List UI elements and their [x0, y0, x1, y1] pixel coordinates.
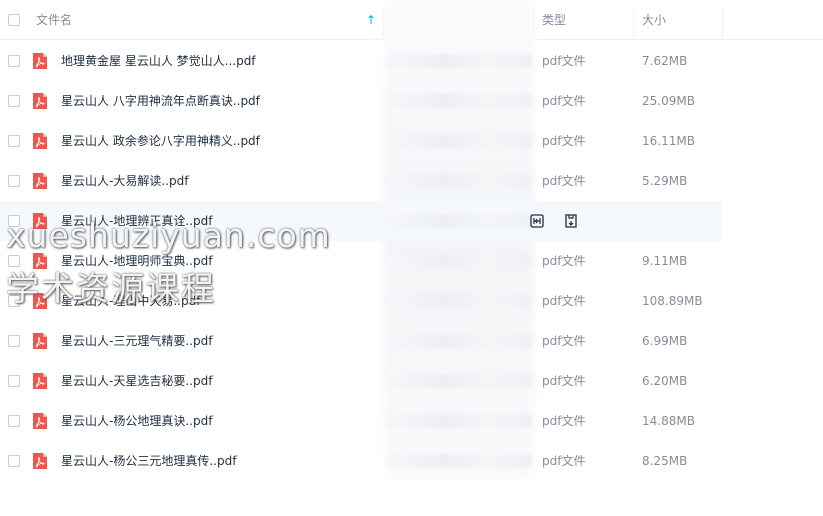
row-checkbox[interactable] [8, 135, 20, 147]
obscured-date-cell [386, 334, 532, 348]
column-divider[interactable] [722, 8, 723, 38]
file-type: pdf文件 [542, 134, 586, 148]
file-size: 25.09MB [642, 94, 695, 108]
obscured-date-cell [386, 374, 532, 388]
file-size: 9.11MB [642, 254, 688, 268]
pdf-file-icon [32, 332, 48, 350]
file-row[interactable]: 星云山人-三元理气精要..pdf pdf文件 6.99MB [0, 321, 823, 361]
file-row[interactable]: 星云山人-杨公地理真诀..pdf pdf文件 14.88MB [0, 401, 823, 441]
column-divider[interactable] [633, 8, 634, 38]
file-size: 6.20MB [642, 374, 688, 388]
sort-ascending-icon[interactable]: ↑ [366, 14, 376, 26]
file-row[interactable]: 星云山人 政余参论八字用神精义..pdf pdf文件 16.11MB [0, 121, 823, 161]
file-name-link[interactable]: 星云山人-天星选吉秘要..pdf [61, 361, 212, 401]
file-type: pdf文件 [542, 254, 586, 268]
obscured-date-cell [386, 414, 532, 428]
file-row[interactable]: 星云山人-天星选吉秘要..pdf pdf文件 6.20MB [0, 361, 823, 401]
file-type: pdf文件 [542, 374, 586, 388]
file-name-link[interactable]: 星云山人-杨公地理真诀..pdf [61, 401, 212, 441]
file-type: pdf文件 [542, 54, 586, 68]
file-name-link[interactable]: 星云山人 八字用神流年点断真诀..pdf [61, 81, 260, 121]
obscured-date-cell [386, 454, 532, 468]
file-size: 108.89MB [642, 294, 703, 308]
file-row[interactable]: 星云山人-大易解读..pdf pdf文件 5.29MB [0, 161, 823, 201]
select-all-checkbox[interactable] [8, 14, 20, 26]
column-header-size[interactable]: 大小 [642, 0, 666, 40]
obscured-date-cell [386, 254, 532, 268]
file-type: pdf文件 [542, 94, 586, 108]
file-size: 14.88MB [642, 414, 695, 428]
file-type: pdf文件 [542, 414, 586, 428]
pdf-file-icon [32, 52, 48, 70]
file-size: 7.62MB [642, 54, 688, 68]
pdf-file-icon [32, 92, 48, 110]
obscured-date-cell [386, 94, 532, 108]
file-size: 6.99MB [642, 334, 688, 348]
file-type: pdf文件 [542, 334, 586, 348]
file-name-link[interactable]: 星云山人-三元理气精要..pdf [61, 321, 212, 361]
pdf-file-icon [32, 172, 48, 190]
watermark-text: 学术资源课程 [6, 269, 216, 308]
obscured-date-cell [386, 214, 532, 228]
download-icon[interactable] [563, 213, 579, 229]
file-type: pdf文件 [542, 294, 586, 308]
file-size: 5.29MB [642, 174, 688, 188]
obscured-date-cell [386, 174, 532, 188]
file-name-link[interactable]: 星云山人-杨公三元地理真传..pdf [61, 441, 236, 481]
pdf-file-icon [32, 412, 48, 430]
file-type: pdf文件 [542, 174, 586, 188]
column-header-type[interactable]: 类型 [542, 0, 566, 40]
obscured-date-cell [386, 134, 532, 148]
column-header-name[interactable]: 文件名 [36, 0, 72, 40]
watermark-url: xueshuziyuan.com [6, 216, 331, 255]
row-checkbox[interactable] [8, 55, 20, 67]
row-checkbox[interactable] [8, 455, 20, 467]
file-size: 8.25MB [642, 454, 688, 468]
pdf-file-icon [32, 452, 48, 470]
row-checkbox[interactable] [8, 335, 20, 347]
row-checkbox[interactable] [8, 375, 20, 387]
file-name-link[interactable]: 星云山人 政余参论八字用神精义..pdf [61, 121, 260, 161]
file-size: 16.11MB [642, 134, 695, 148]
row-checkbox[interactable] [8, 415, 20, 427]
obscured-date-cell [386, 294, 532, 308]
file-name-link[interactable]: 地理黄金屋 星云山人 梦觉山人...pdf [61, 41, 256, 81]
file-row[interactable]: 星云山人 八字用神流年点断真诀..pdf pdf文件 25.09MB [0, 81, 823, 121]
obscured-date-cell [386, 54, 532, 68]
file-type: pdf文件 [542, 454, 586, 468]
file-row[interactable]: 星云山人-杨公三元地理真传..pdf pdf文件 8.25MB [0, 441, 823, 481]
pdf-file-icon [32, 372, 48, 390]
pdf-file-icon [32, 132, 48, 150]
file-name-link[interactable]: 星云山人-大易解读..pdf [61, 161, 188, 201]
row-checkbox[interactable] [8, 175, 20, 187]
row-checkbox[interactable] [8, 95, 20, 107]
share-icon[interactable] [529, 213, 545, 229]
file-row[interactable]: 地理黄金屋 星云山人 梦觉山人...pdf pdf文件 7.62MB [0, 41, 823, 81]
